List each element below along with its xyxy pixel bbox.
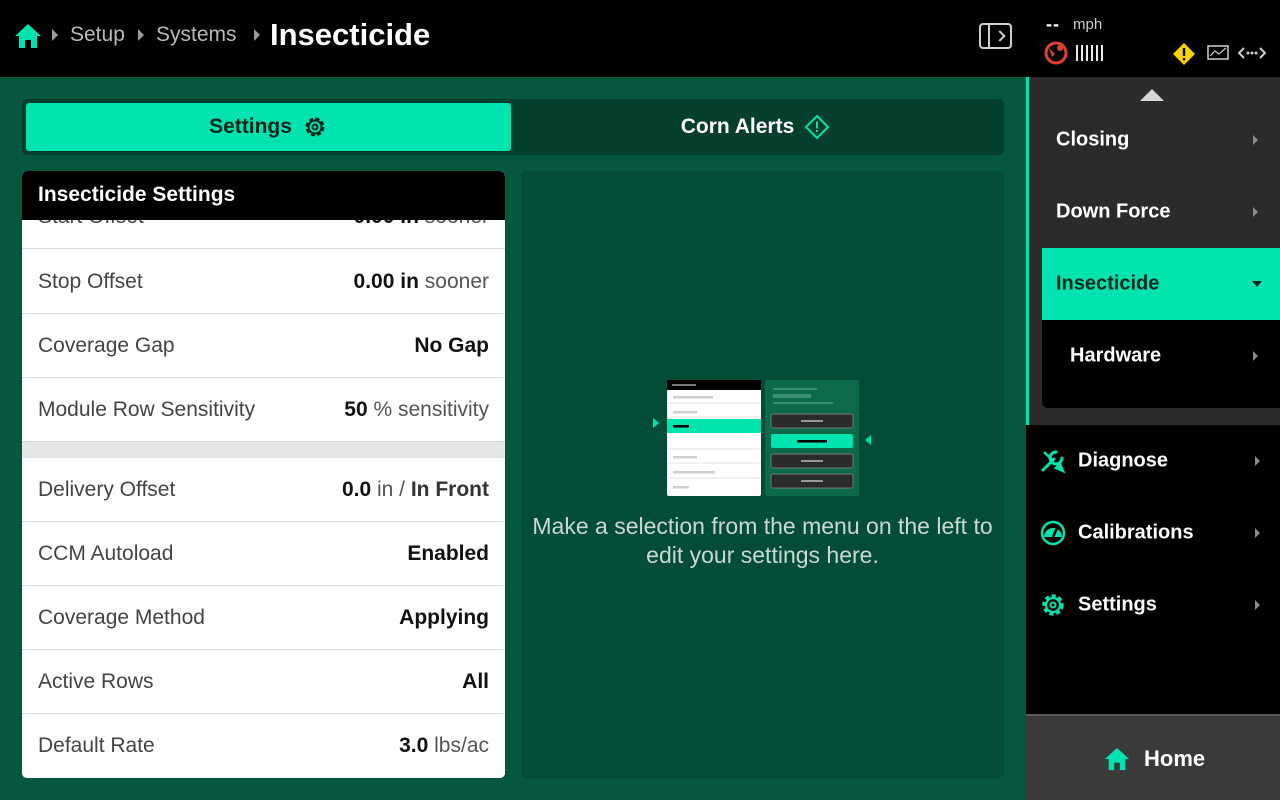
setting-label: Coverage Method [38,606,205,629]
breadcrumb-separator-icon [52,29,58,41]
setting-label: Coverage Gap [38,334,175,357]
sidebar-item-settings[interactable]: Settings [1026,569,1280,641]
page-title: Insecticide [270,17,431,52]
tab-bar: Settings Corn Alerts [22,99,1004,155]
breadcrumb-systems[interactable]: Systems [156,23,237,47]
sidebar-item-label: Insecticide [1056,272,1160,295]
clipped-menu-item [1076,66,1116,77]
sidebar-item-label: Calibrations [1078,521,1194,544]
home-button-label: Home [1144,746,1206,771]
sidebar-item-closing[interactable]: Closing [1042,104,1280,176]
gear-icon [1042,594,1064,616]
chevron-right-icon [1253,135,1258,145]
breadcrumb-separator-icon [138,29,144,41]
setting-row-module-row-sensitivity[interactable]: Module Row Sensitivity 50 % sensitivity [22,378,505,442]
chevron-right-icon [1253,207,1258,217]
sidebar-item-hardware[interactable]: Hardware [1042,320,1280,392]
tab-settings-label: Settings [209,115,292,138]
tab-settings[interactable]: Settings [26,103,511,151]
setting-value: No Gap [414,334,489,357]
empty-state-message: Make a selection from the menu on the le… [532,513,993,568]
speed-unit: mph [1073,16,1103,33]
sidebar-item-diagnose[interactable]: Diagnose [1026,425,1280,497]
setting-value: All [462,670,489,693]
setting-row-delivery-offset[interactable]: Delivery Offset 0.0 in / In Front [22,458,505,522]
settings-list-card: Insecticide Settings Start Offset 0.00 i… [22,171,505,778]
chevron-right-icon [1253,351,1258,361]
breadcrumb-setup[interactable]: Setup [70,23,125,47]
home-button[interactable]: Home [1026,714,1280,800]
submenu-accent-bar [1026,77,1029,425]
warning-icon[interactable] [1172,42,1196,66]
setting-label: Delivery Offset [38,478,176,501]
scroll-up-icon[interactable] [1140,89,1164,101]
setting-value: Enabled [407,542,489,565]
setting-value: 3.0 lbs/ac [399,734,489,757]
signal-strength-icon [1076,45,1103,61]
setting-label: Default Rate [38,734,155,757]
panel-toggle-button[interactable] [979,23,1012,49]
monitor-icon[interactable] [1207,45,1229,61]
chevron-down-icon [1252,281,1262,287]
setting-row-coverage-method[interactable]: Coverage Method Applying [22,586,505,650]
detail-panel: Make a selection from the menu on the le… [521,171,1004,778]
sidebar-item-label: Down Force [1056,200,1171,223]
sidebar-item-down-force[interactable]: Down Force [1042,176,1280,248]
setting-label: Active Rows [38,670,154,693]
gauge-icon [1040,520,1066,546]
setting-row-coverage-gap[interactable]: Coverage Gap No Gap [22,314,505,378]
sidebar-item-label: Diagnose [1078,449,1169,472]
gear-icon [305,117,325,137]
breadcrumb-separator-icon [254,29,260,41]
chevron-right-icon [1255,528,1260,538]
setting-value: Applying [399,606,489,629]
home-icon[interactable] [14,22,42,50]
speed-value: -- [1046,14,1060,34]
setting-value: 0.0 in / In Front [341,478,489,501]
tab-corn-alerts-label: Corn Alerts [680,115,795,138]
settings-card-title: Insecticide Settings [38,183,236,206]
setting-row-active-rows[interactable]: Active Rows All [22,650,505,714]
chevron-right-icon [1255,600,1260,610]
setting-row-ccm-autoload[interactable]: CCM Autoload Enabled [22,522,505,586]
setting-label: Module Row Sensitivity [38,398,256,421]
settings-card-header: Insecticide Settings [22,171,505,220]
sidebar-item-label: Settings [1078,593,1157,616]
setting-row-default-rate[interactable]: Default Rate 3.0 lbs/ac [22,714,505,778]
setting-label: CCM Autoload [38,542,174,565]
setting-value: 50 % sensitivity [344,398,489,421]
home-icon [1104,747,1130,771]
setting-value: 0.00 in sooner [353,270,489,293]
sidebar-item-label: Closing [1056,128,1130,151]
connection-icon[interactable] [1238,45,1266,61]
gps-alert-icon[interactable] [1043,40,1069,66]
chevron-right-icon [1255,456,1260,466]
setting-row-stop-offset[interactable]: Stop Offset 0.00 in sooner [22,250,505,314]
sidebar-item-insecticide[interactable]: Insecticide [1042,248,1280,320]
tab-corn-alerts[interactable]: Corn Alerts [511,103,1000,151]
menu-selection-illustration [653,380,871,496]
sidebar-item-calibrations[interactable]: Calibrations [1026,497,1280,569]
wrench-icon [1041,450,1066,474]
section-divider [22,442,505,458]
alert-diamond-icon [804,114,830,140]
sidebar-item-label: Hardware [1070,344,1162,367]
setting-label: Stop Offset [38,270,143,293]
